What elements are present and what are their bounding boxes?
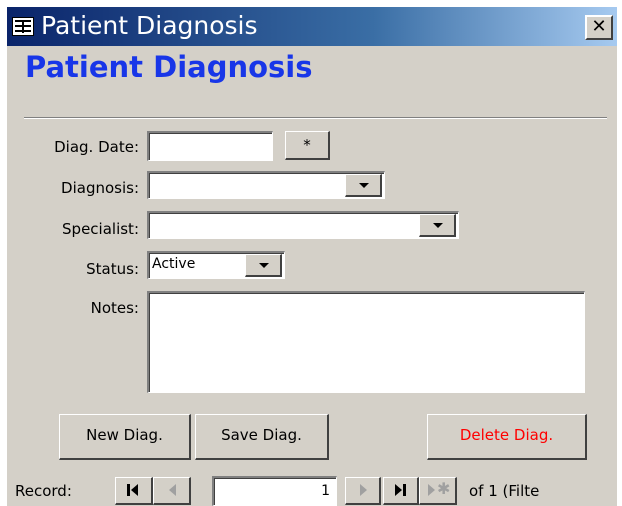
last-record-button[interactable]	[383, 477, 419, 505]
save-diag-button[interactable]: Save Diag.	[195, 414, 329, 460]
new-diag-button[interactable]: New Diag.	[59, 414, 191, 460]
previous-record-button[interactable]	[153, 477, 191, 505]
chevron-down-icon	[259, 263, 269, 268]
window-title: Patient Diagnosis	[41, 11, 258, 40]
notes-textarea[interactable]	[147, 291, 585, 393]
patient-diagnosis-window: Patient Diagnosis ✕ Patient Diagnosis Di…	[7, 7, 617, 506]
form-heading: Patient Diagnosis	[25, 50, 313, 84]
chevron-down-icon	[433, 223, 443, 228]
record-label: Record:	[15, 482, 72, 500]
close-icon: ✕	[591, 16, 607, 37]
delete-diag-button[interactable]: Delete Diag.	[427, 414, 587, 460]
notes-label: Notes:	[90, 299, 139, 317]
diagnosis-combo[interactable]	[147, 171, 385, 199]
diagnosis-dropdown-button[interactable]	[345, 174, 382, 197]
status-label: Status:	[86, 260, 139, 278]
chevron-down-icon	[359, 183, 369, 188]
status-value: Active	[152, 256, 196, 272]
asterisk-icon: *	[303, 136, 311, 154]
new-diag-label: New Diag.	[86, 426, 163, 444]
diag-date-field[interactable]	[147, 131, 273, 161]
specialist-label: Specialist:	[62, 220, 139, 238]
specialist-combo[interactable]	[147, 211, 459, 239]
heading-divider	[24, 117, 607, 119]
title-bar[interactable]: Patient Diagnosis ✕	[7, 7, 617, 46]
form-icon	[12, 17, 34, 36]
record-count-text: of 1 (Filte	[469, 482, 540, 500]
save-diag-label: Save Diag.	[221, 426, 302, 444]
diagnosis-label: Diagnosis:	[61, 179, 139, 197]
first-record-button[interactable]	[115, 477, 153, 505]
new-record-button[interactable]: ✱	[419, 477, 457, 505]
record-number-field[interactable]: 1	[212, 476, 337, 506]
specialist-dropdown-button[interactable]	[419, 214, 456, 237]
status-combo[interactable]: Active	[147, 251, 285, 279]
date-picker-button[interactable]: *	[285, 131, 330, 160]
status-dropdown-button[interactable]	[245, 254, 282, 277]
next-record-button[interactable]	[345, 477, 381, 505]
record-number-value: 1	[321, 483, 330, 499]
close-button[interactable]: ✕	[585, 15, 613, 40]
delete-diag-label: Delete Diag.	[459, 426, 554, 444]
diag-date-label: Diag. Date:	[54, 138, 139, 156]
